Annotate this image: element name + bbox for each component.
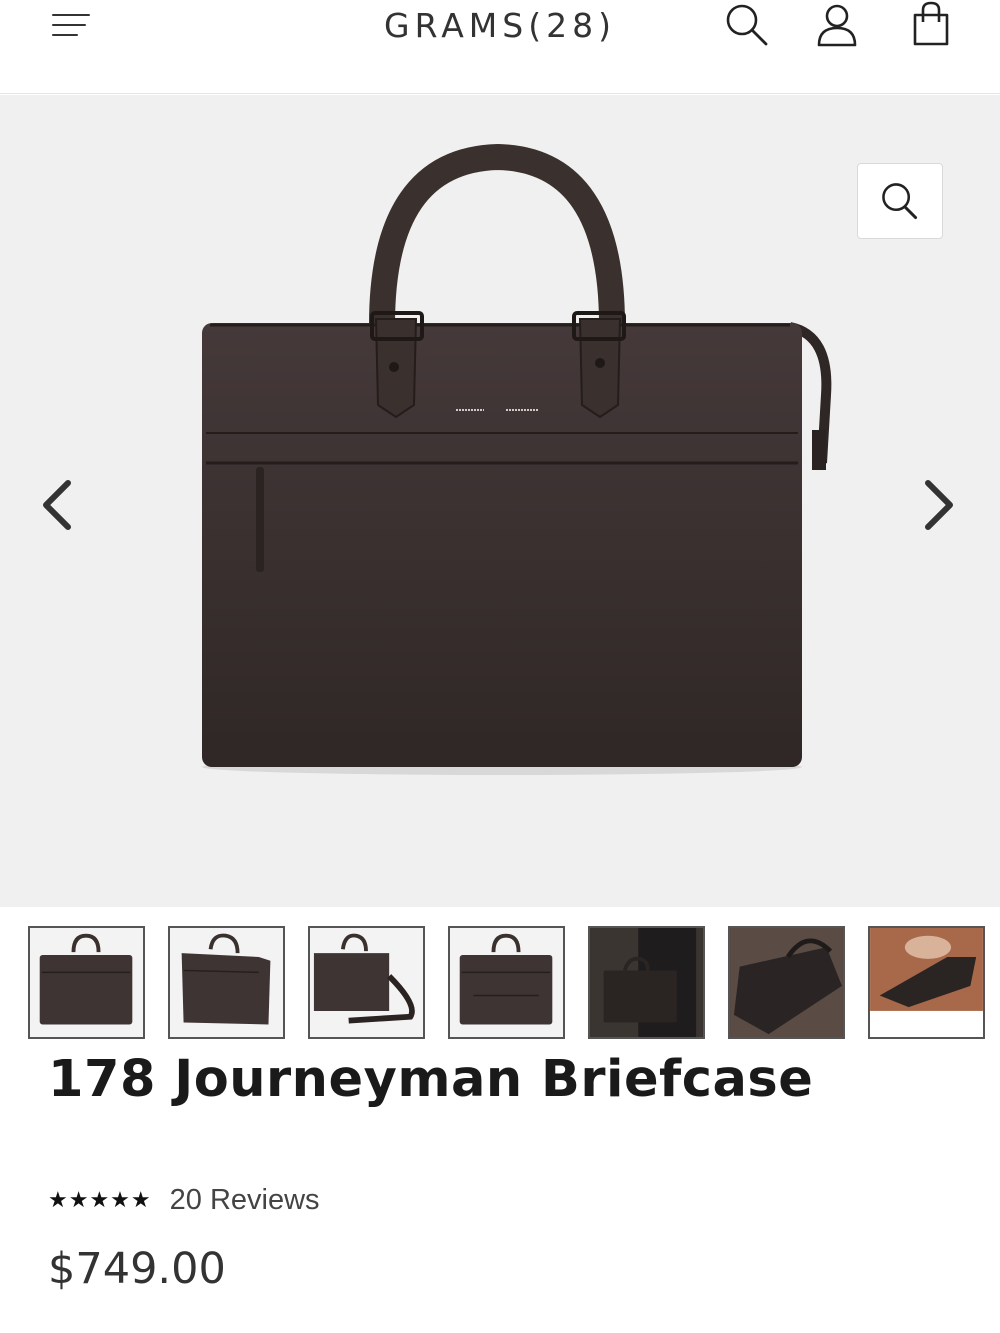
user-account-icon[interactable]	[812, 0, 862, 50]
product-title: 178 Journeyman Briefcase	[48, 1050, 814, 1109]
previous-image-button[interactable]	[38, 475, 78, 535]
shopping-bag-icon[interactable]	[906, 0, 956, 50]
thumbnail-front-view[interactable]	[28, 926, 145, 1039]
next-image-button[interactable]	[918, 475, 958, 535]
product-image	[202, 143, 832, 775]
magnifier-zoom-icon	[882, 183, 918, 220]
thumbnail-back-view[interactable]	[448, 926, 565, 1039]
thumbnail-with-shoulder-strap[interactable]	[308, 926, 425, 1039]
thumbnail-angled-view[interactable]	[168, 926, 285, 1039]
chevron-right-icon	[925, 480, 953, 530]
zoom-button[interactable]	[857, 163, 943, 239]
product-price: $749.00	[48, 1244, 226, 1294]
thumbnail-interior-view[interactable]	[868, 926, 985, 1039]
thumbnail-strip	[6, 907, 1000, 1042]
product-image-gallery[interactable]	[0, 95, 1000, 907]
thumbnail-top-detail[interactable]	[728, 926, 845, 1039]
star-rating-icon: ★★★★★	[48, 1187, 152, 1212]
search-icon[interactable]	[722, 0, 772, 50]
product-rating: ★★★★★ 20 Reviews	[48, 1180, 320, 1220]
chevron-left-icon	[43, 480, 71, 530]
site-header: GRAMS(28)	[0, 0, 1000, 94]
reviews-link[interactable]: 20 Reviews	[170, 1184, 320, 1217]
thumbnail-carried-by-model[interactable]	[588, 926, 705, 1039]
